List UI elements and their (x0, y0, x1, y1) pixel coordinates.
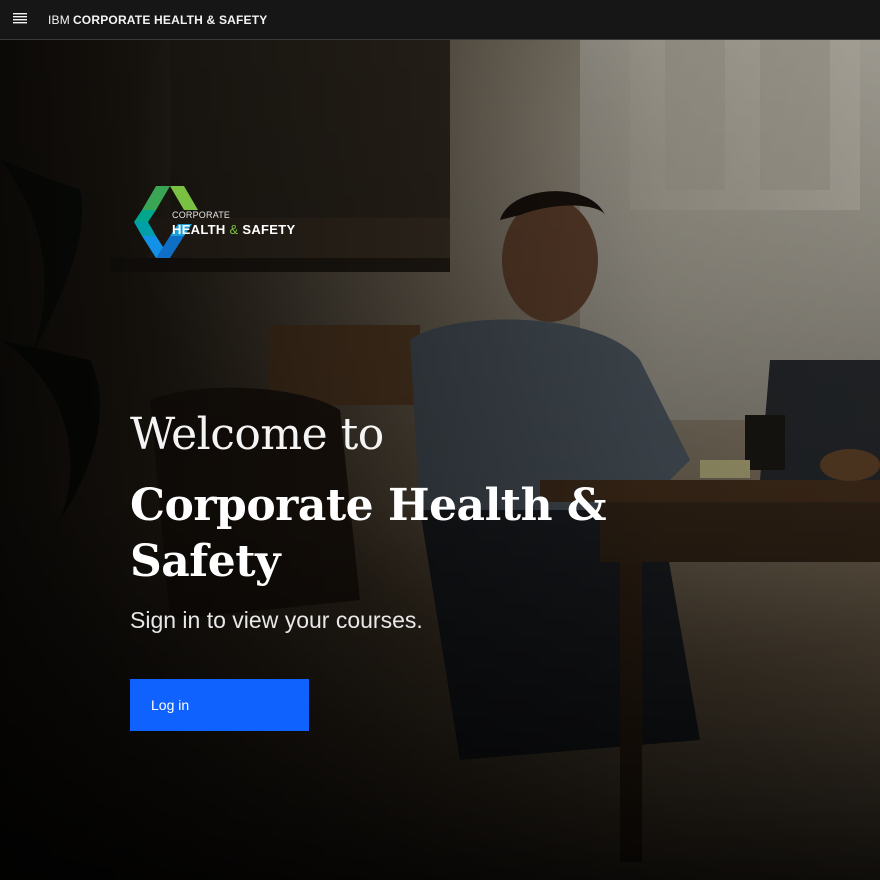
logo-line2: HEALTH & SAFETY (172, 223, 295, 236)
welcome-text: Welcome to (130, 409, 384, 460)
logo-health: HEALTH (172, 221, 226, 237)
hero-overlay (0, 40, 880, 880)
hero-section (0, 40, 880, 880)
hamburger-menu-icon (12, 11, 28, 29)
app-root: IBM CORPORATE HEALTH & SAFETY CORPORATE … (0, 0, 880, 880)
brand-name: CORPORATE HEALTH & SAFETY (72, 12, 268, 27)
logo-safety: SAFETY (242, 221, 296, 237)
top-header: IBM CORPORATE HEALTH & SAFETY (0, 0, 880, 40)
page-title: Corporate Health & Safety (130, 480, 607, 587)
logo-ampersand: & (229, 221, 239, 237)
logo-line1: CORPORATE (172, 209, 231, 220)
login-button[interactable]: Log in (130, 679, 309, 731)
header-brand-link[interactable]: IBM CORPORATE HEALTH & SAFETY (48, 13, 268, 27)
menu-button[interactable] (0, 0, 40, 40)
corporate-health-safety-logo: CORPORATE HEALTH & SAFETY (134, 184, 329, 260)
logo-wordmark: CORPORATE HEALTH & SAFETY (172, 209, 295, 236)
brand-prefix: IBM (48, 12, 70, 27)
signin-subtitle: Sign in to view your courses. (130, 607, 423, 633)
